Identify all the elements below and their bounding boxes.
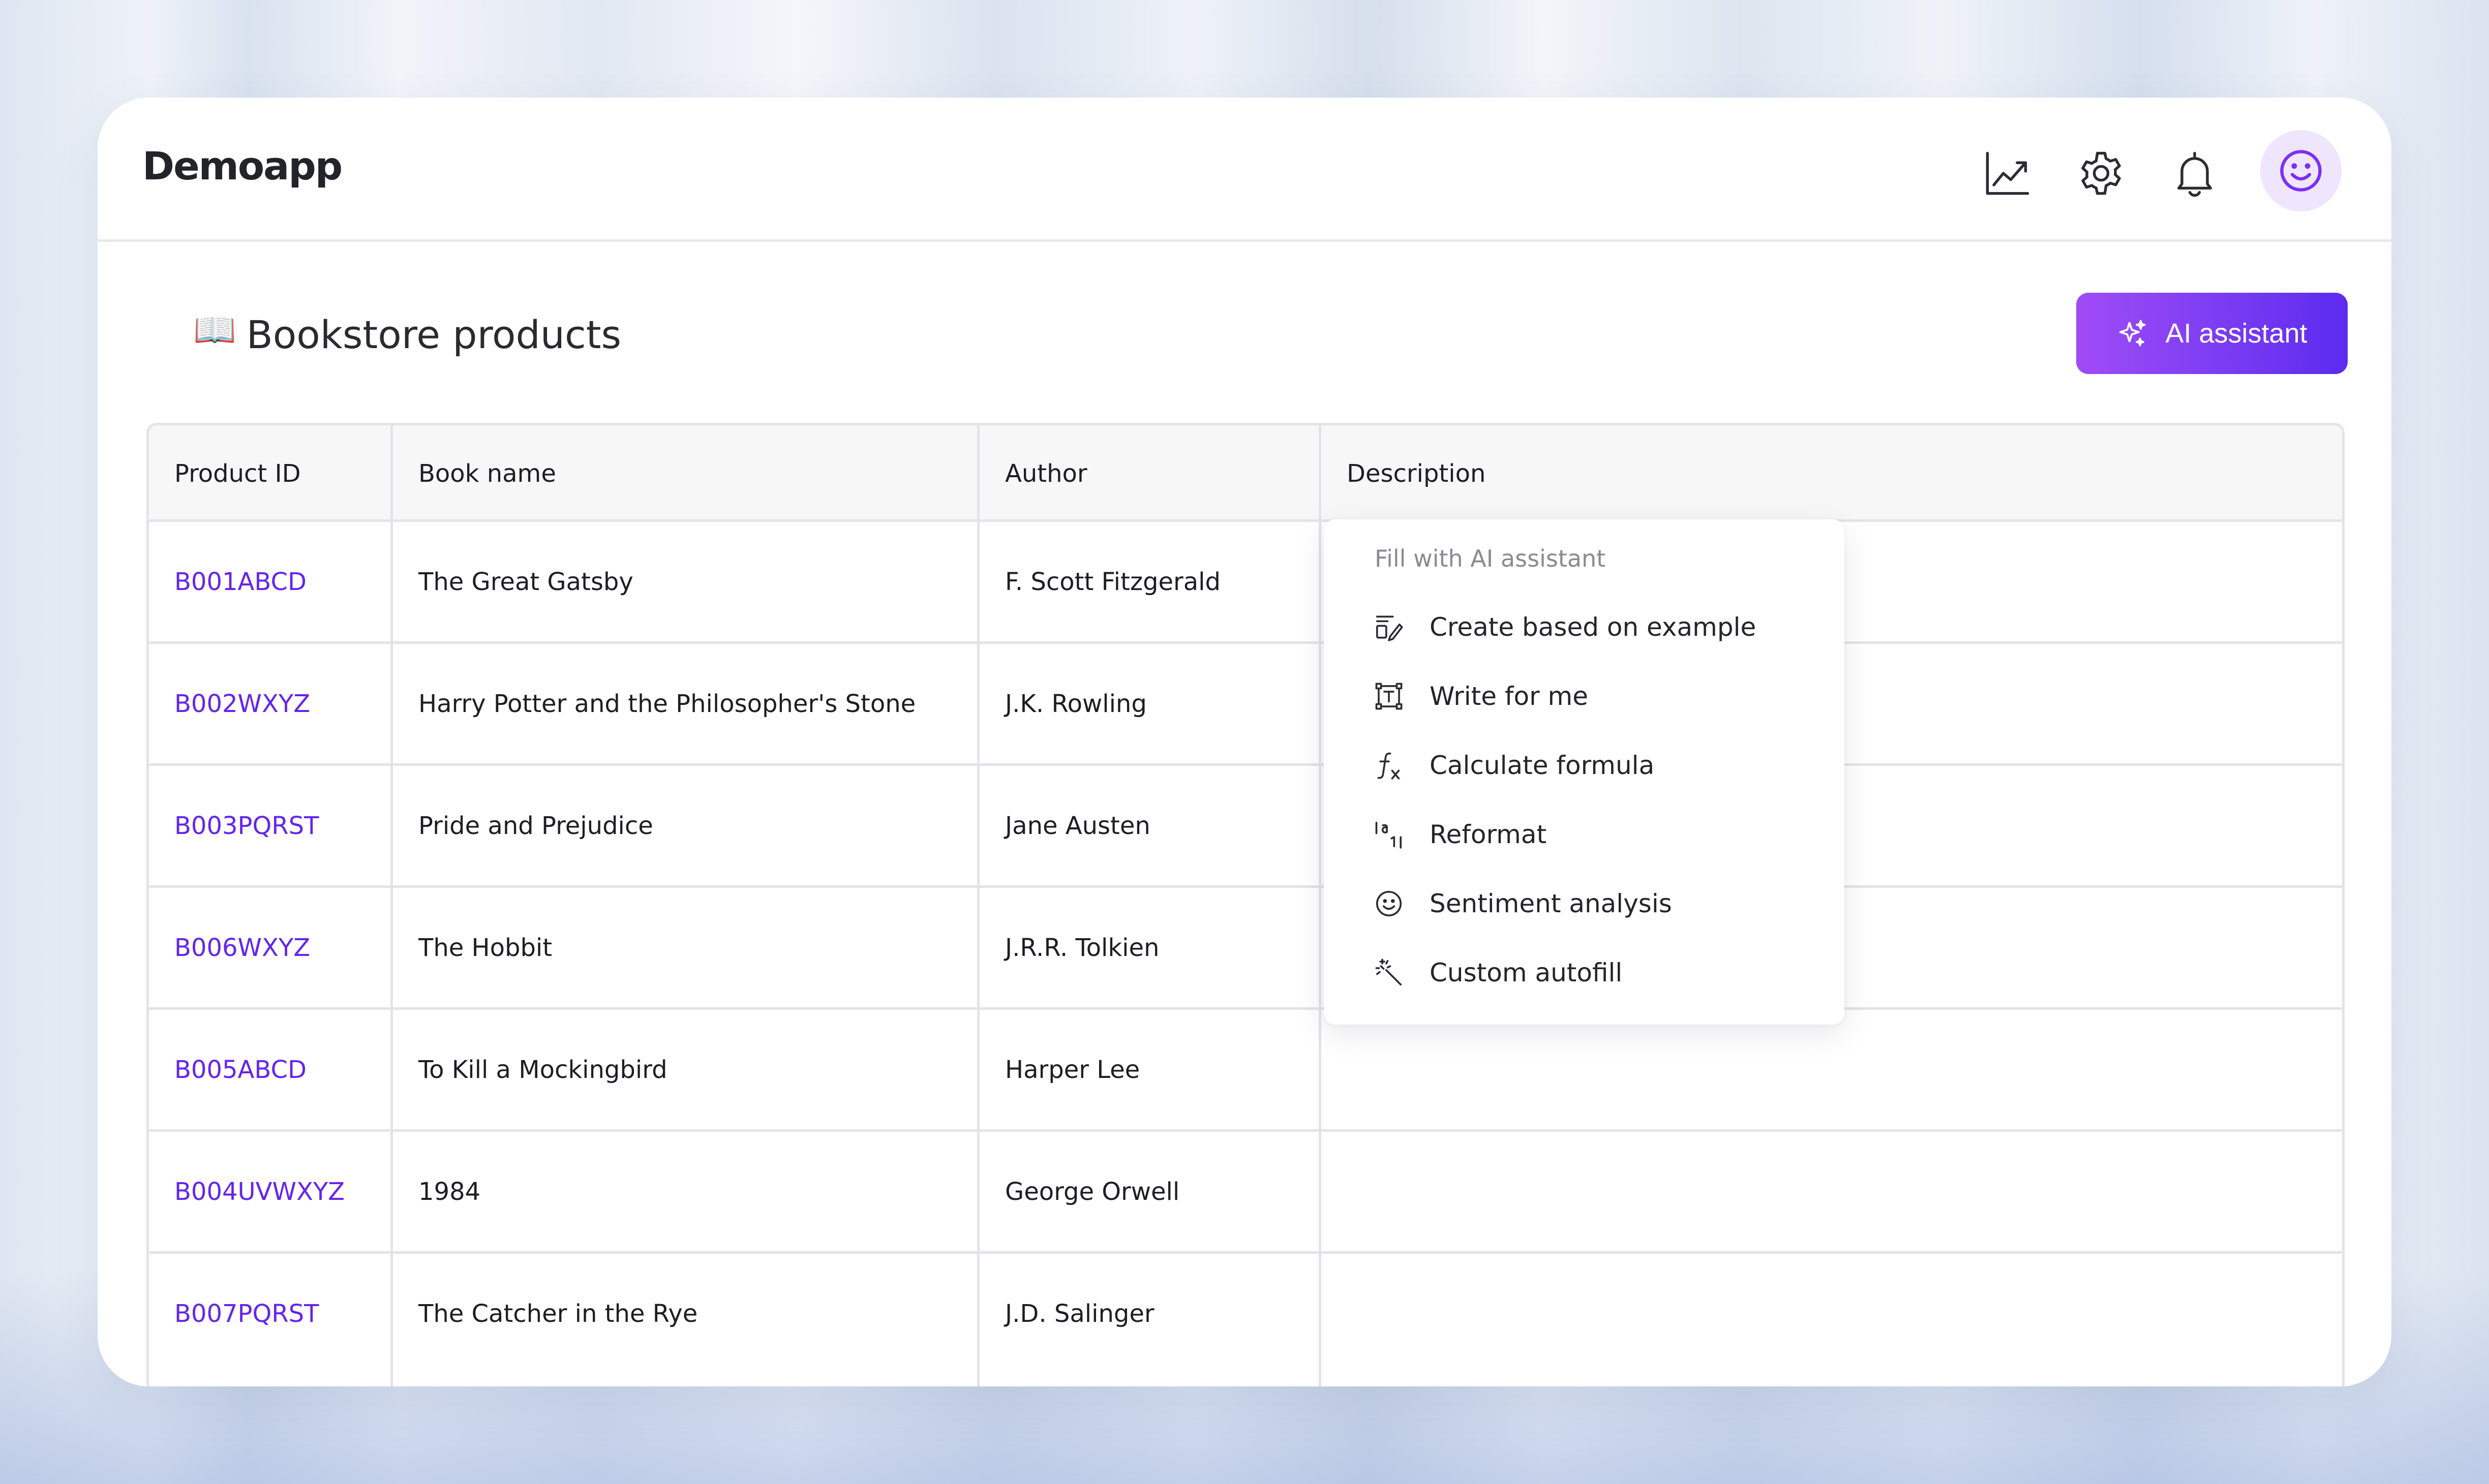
book-name-cell[interactable]: The Hobbit <box>393 888 552 1007</box>
table-row[interactable]: B007PQRST The Catcher in the Rye J.D. Sa… <box>149 1254 2342 1376</box>
column-divider <box>1319 425 1321 1386</box>
menu-item-label: Custom autofill <box>1430 958 1623 987</box>
author-cell[interactable]: George Orwell <box>980 1132 1179 1251</box>
gear-icon[interactable] <box>2074 146 2128 200</box>
author-cell[interactable]: J.R.R. Tolkien <box>980 888 1159 1007</box>
table-row[interactable]: B003PQRST Pride and Prejudice Jane Auste… <box>149 766 2342 888</box>
app-window: Demoapp 📖 Bookstore products AI assistan… <box>98 98 2391 1386</box>
product-id-link[interactable]: B007PQRST <box>149 1254 319 1373</box>
magic-wand-icon <box>1373 956 1405 989</box>
top-bar: Demoapp <box>98 98 2391 242</box>
bell-icon[interactable] <box>2168 146 2222 200</box>
product-id-link[interactable]: B001ABCD <box>149 522 307 641</box>
menu-item-create-based-on-example[interactable]: Create based on example <box>1324 597 1844 658</box>
sparkles-icon <box>2119 320 2146 347</box>
author-cell[interactable]: Harper Lee <box>980 1010 1140 1129</box>
menu-item-label: Sentiment analysis <box>1430 889 1672 918</box>
page-title: 📖 Bookstore products <box>193 309 621 360</box>
smiley-icon <box>1373 887 1405 920</box>
menu-item-reformat[interactable]: Reformat <box>1324 804 1844 865</box>
menu-item-write-for-me[interactable]: Write for me <box>1324 666 1844 727</box>
product-id-link[interactable]: B003PQRST <box>149 766 319 885</box>
menu-item-custom-autofill[interactable]: Custom autofill <box>1324 942 1844 1003</box>
book-name-cell[interactable]: 1984 <box>393 1132 480 1251</box>
function-icon <box>1373 749 1405 782</box>
book-name-cell[interactable]: The Catcher in the Rye <box>393 1254 697 1373</box>
author-cell[interactable]: Jane Austen <box>980 766 1150 885</box>
product-id-link[interactable]: B002WXYZ <box>149 644 310 763</box>
book-name-cell[interactable]: The Great Gatsby <box>393 522 633 641</box>
text-frame-icon <box>1373 680 1405 713</box>
reformat-icon <box>1373 818 1405 851</box>
column-header-book-name[interactable]: Book name <box>393 425 980 522</box>
product-id-link[interactable]: B006WXYZ <box>149 888 310 1007</box>
column-header-product-id[interactable]: Product ID <box>149 425 393 522</box>
page-title-text: Bookstore products <box>246 312 622 357</box>
ai-assistant-button[interactable]: AI assistant <box>2076 293 2348 374</box>
column-divider <box>390 425 393 1386</box>
author-cell[interactable]: F. Scott Fitzgerald <box>980 522 1221 641</box>
description-cell[interactable] <box>1321 1010 1347 1129</box>
author-cell[interactable]: J.K. Rowling <box>980 644 1147 763</box>
column-header-author[interactable]: Author <box>980 425 1321 522</box>
book-name-cell[interactable]: Pride and Prejudice <box>393 766 653 885</box>
book-emoji-icon: 📖 <box>193 310 236 350</box>
description-cell[interactable] <box>1321 1254 1347 1373</box>
menu-item-label: Write for me <box>1430 682 1589 711</box>
product-id-link[interactable]: B005ABCD <box>149 1010 307 1129</box>
app-logo[interactable]: Demoapp <box>142 143 343 189</box>
book-name-cell[interactable]: To Kill a Mockingbird <box>393 1010 667 1129</box>
edit-example-icon <box>1373 611 1405 643</box>
table-row[interactable]: B001ABCD The Great Gatsby F. Scott Fitzg… <box>149 522 2342 644</box>
description-cell[interactable] <box>1321 1132 1347 1251</box>
column-header-description[interactable]: Description <box>1321 425 2342 522</box>
table-row[interactable]: B006WXYZ The Hobbit J.R.R. Tolkien <box>149 888 2342 1010</box>
menu-item-label: Calculate formula <box>1430 751 1655 780</box>
ai-assistant-label: AI assistant <box>2165 318 2308 349</box>
smiley-avatar-icon <box>2280 150 2322 192</box>
menu-item-calculate-formula[interactable]: Calculate formula <box>1324 735 1844 796</box>
chart-icon[interactable] <box>1981 146 2035 200</box>
table-row[interactable]: B004UVWXYZ 1984 George Orwell <box>149 1132 2342 1254</box>
menu-item-sentiment-analysis[interactable]: Sentiment analysis <box>1324 873 1844 934</box>
menu-title: Fill with AI assistant <box>1375 545 1606 572</box>
book-name-cell[interactable]: Harry Potter and the Philosopher's Stone <box>393 644 916 763</box>
product-id-link[interactable]: B004UVWXYZ <box>149 1132 345 1251</box>
table-row[interactable]: B005ABCD To Kill a Mockingbird Harper Le… <box>149 1010 2342 1132</box>
table-header: Product ID Book name Author Description <box>149 425 2342 522</box>
author-cell[interactable]: J.D. Salinger <box>980 1254 1155 1373</box>
ai-fill-menu: Fill with AI assistant Create based on e… <box>1324 519 1844 1025</box>
table-row[interactable]: B002WXYZ Harry Potter and the Philosophe… <box>149 644 2342 766</box>
menu-item-label: Reformat <box>1430 820 1547 849</box>
column-divider <box>977 425 980 1386</box>
products-table: Product ID Book name Author Description … <box>146 423 2345 1386</box>
menu-item-label: Create based on example <box>1430 612 1756 642</box>
user-avatar[interactable] <box>2260 130 2342 211</box>
